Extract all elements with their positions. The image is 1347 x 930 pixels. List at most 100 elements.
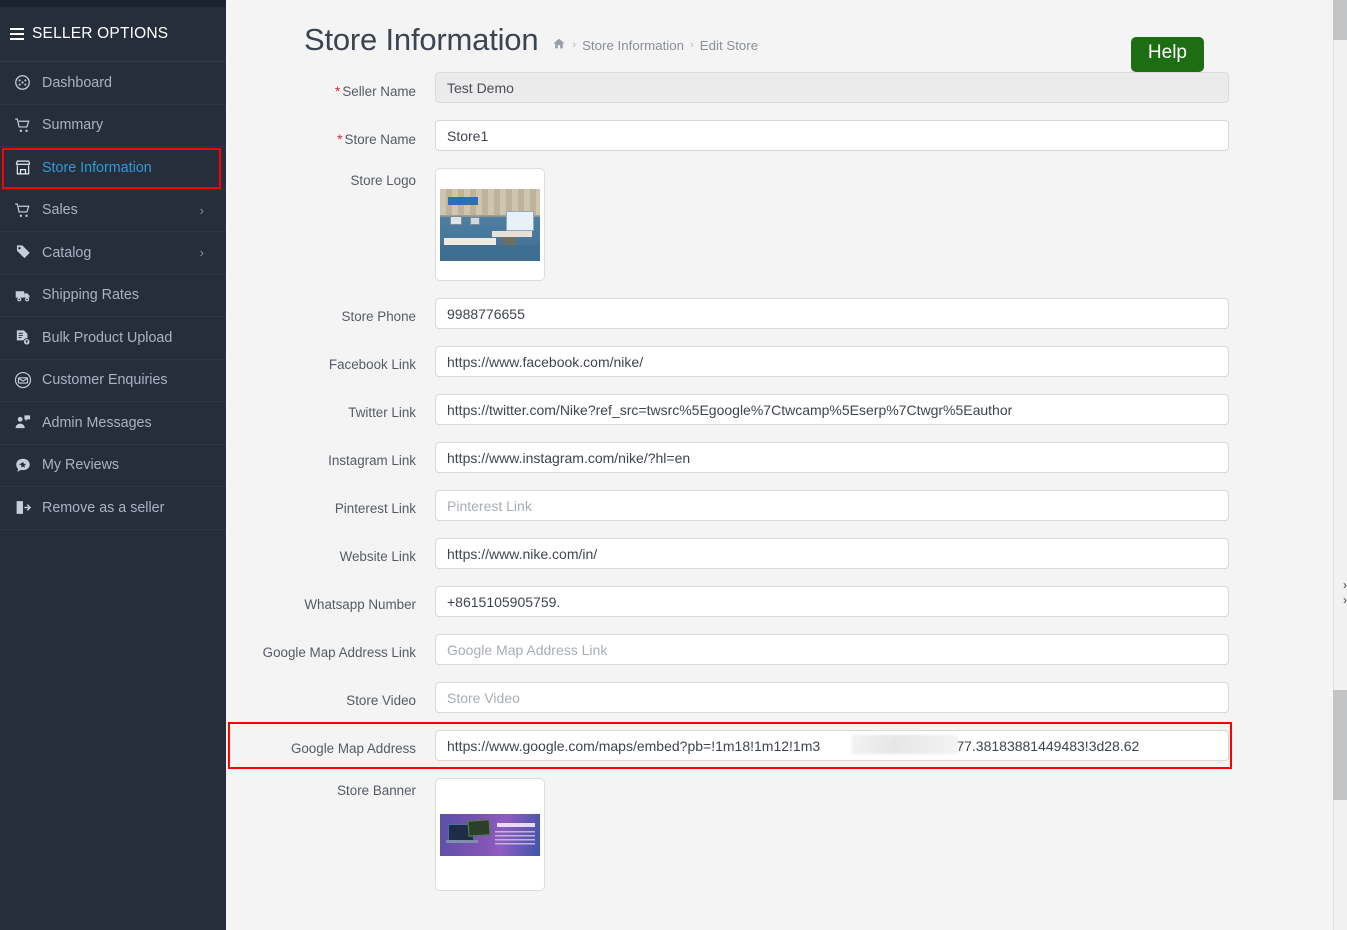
- seller-name-input[interactable]: [435, 72, 1229, 103]
- sidebar-item-label: Remove as a seller: [42, 499, 165, 516]
- store-front-icon: [14, 159, 40, 176]
- store-phone-input[interactable]: [435, 298, 1229, 329]
- sidebar-item-label: Sales: [42, 202, 78, 219]
- store-information-form: *Seller Name *Store Name Store Logo: [226, 58, 1333, 891]
- field-row-instagram-link: Instagram Link: [226, 442, 1333, 473]
- sidebar-item-summary[interactable]: Summary: [0, 105, 226, 147]
- field-label-website-link: Website Link: [339, 549, 416, 564]
- store-banner-thumbnail[interactable]: [435, 778, 545, 891]
- page-scrollbar-track[interactable]: [1333, 0, 1347, 930]
- store-name-input[interactable]: [435, 120, 1229, 151]
- page-scrollbar-thumb-top[interactable]: [1333, 0, 1347, 40]
- field-label-store-video: Store Video: [346, 693, 416, 708]
- sidebar-item-label: Customer Enquiries: [42, 372, 168, 389]
- file-upload-icon: [14, 329, 40, 346]
- hamburger-icon[interactable]: [10, 25, 24, 43]
- facebook-link-input[interactable]: [435, 346, 1229, 377]
- sidebar-item-label: Admin Messages: [42, 414, 152, 431]
- user-message-icon: [14, 414, 40, 431]
- sidebar-item-my-reviews[interactable]: My Reviews: [0, 445, 226, 487]
- sidebar-item-catalog[interactable]: Catalog ›: [0, 232, 226, 275]
- store-video-input[interactable]: [435, 682, 1229, 713]
- sidebar-item-customer-enquiries[interactable]: Customer Enquiries: [0, 360, 226, 402]
- sidebar-item-label: Catalog: [42, 244, 92, 261]
- field-row-google-map-address-link: Google Map Address Link: [226, 634, 1333, 665]
- field-row-store-phone: Store Phone: [226, 298, 1333, 329]
- help-button[interactable]: Help: [1130, 37, 1204, 72]
- sidebar-item-remove-as-a-seller[interactable]: Remove as a seller: [0, 487, 226, 530]
- field-label-store-name: * Store Name: [337, 131, 416, 147]
- chevron-right-icon: ›: [199, 202, 204, 218]
- sidebar-item-shipping-rates[interactable]: Shipping Rates: [0, 275, 226, 317]
- store-logo-thumbnail[interactable]: [435, 168, 545, 281]
- required-asterisk: *: [337, 131, 343, 147]
- truck-icon: [14, 287, 40, 304]
- website-link-input[interactable]: [435, 538, 1229, 569]
- field-row-twitter-link: Twitter Link: [226, 394, 1333, 425]
- sidebar-item-store-information[interactable]: Store Information: [0, 147, 226, 190]
- field-label-store-logo: Store Logo: [350, 173, 416, 188]
- required-asterisk: *: [334, 83, 341, 99]
- field-row-store-banner: Store Banner: [226, 778, 1333, 891]
- whatsapp-number-input[interactable]: [435, 586, 1229, 617]
- sidebar-item-dashboard[interactable]: Dashboard: [0, 62, 226, 105]
- field-row-whatsapp-number: Whatsapp Number: [226, 586, 1333, 617]
- sidebar-item-label: Dashboard: [42, 74, 112, 91]
- field-row-seller-name: * Seller Name: [226, 72, 1333, 103]
- field-label-seller-name: * Seller Name: [334, 83, 416, 99]
- breadcrumb-separator: ›: [572, 39, 577, 51]
- breadcrumb-link-store-information[interactable]: Store Information: [582, 38, 684, 53]
- field-label-pinterest-link: Pinterest Link: [334, 501, 416, 516]
- store-banner-image: [440, 813, 540, 856]
- field-label-twitter-link: Twitter Link: [348, 405, 416, 420]
- google-map-address-link-input[interactable]: [435, 634, 1229, 665]
- field-label-whatsapp-number: Whatsapp Number: [304, 597, 416, 612]
- page-scrollbar-thumb-lower[interactable]: [1333, 690, 1347, 800]
- pinterest-link-input[interactable]: [435, 490, 1229, 521]
- field-label-google-map-address: Google Map Address: [290, 741, 416, 756]
- sign-out-icon: [14, 499, 40, 516]
- inner-scroll-gutter: [1323, 0, 1333, 930]
- field-row-website-link: Website Link: [226, 538, 1333, 569]
- sidebar-item-label: Store Information: [42, 159, 152, 176]
- instagram-link-input[interactable]: [435, 442, 1229, 473]
- field-row-pinterest-link: Pinterest Link: [226, 490, 1333, 521]
- sidebar-item-label: My Reviews: [42, 457, 120, 474]
- edge-caret-icons: › ›: [1343, 578, 1347, 608]
- sidebar-item-label: Shipping Rates: [42, 287, 139, 304]
- page-title: Store Information: [304, 22, 539, 57]
- field-label-google-map-address-link: Google Map Address Link: [262, 645, 416, 660]
- field-label-store-banner: Store Banner: [337, 783, 416, 798]
- breadcrumb: › Store Information › Edit Store: [552, 37, 758, 53]
- breadcrumb-current-edit-store: Edit Store: [699, 37, 759, 53]
- sidebar-item-label: Bulk Product Upload: [42, 329, 173, 346]
- sidebar-header-label: SELLER OPTIONS: [32, 25, 169, 42]
- store-logo-image: [440, 188, 540, 261]
- envelope-circle-icon: [14, 371, 40, 389]
- chevron-right-icon: ›: [1343, 593, 1347, 607]
- field-row-store-name: * Store Name: [226, 120, 1333, 151]
- breadcrumb-separator: ›: [690, 39, 694, 51]
- field-label-store-phone: Store Phone: [341, 309, 416, 324]
- shopping-cart-icon: [14, 117, 40, 134]
- sidebar-item-label: Summary: [42, 117, 104, 134]
- sidebar-item-admin-messages[interactable]: Admin Messages: [0, 402, 226, 445]
- sidebar: SELLER OPTIONS Dashboard Summary Store I…: [0, 0, 226, 930]
- field-label-instagram-link: Instagram Link: [328, 453, 416, 468]
- tag-icon: [14, 244, 40, 261]
- field-row-store-video: Store Video: [226, 682, 1333, 713]
- field-row-google-map-address: Google Map Address: [226, 722, 1333, 769]
- field-row-store-logo: Store Logo: [226, 168, 1333, 281]
- comment-star-icon: [14, 457, 40, 474]
- twitter-link-input[interactable]: [435, 394, 1229, 425]
- field-label-facebook-link: Facebook Link: [328, 357, 416, 372]
- dashboard-gauge-icon: [14, 74, 40, 91]
- home-icon[interactable]: [552, 37, 566, 53]
- field-row-facebook-link: Facebook Link: [226, 346, 1333, 377]
- main-content: Store Information › Store Information › …: [226, 0, 1333, 930]
- google-map-address-input[interactable]: [435, 730, 1229, 761]
- sidebar-header[interactable]: SELLER OPTIONS: [0, 7, 226, 62]
- sidebar-top-strip: [0, 0, 226, 7]
- sidebar-item-sales[interactable]: Sales ›: [0, 190, 226, 232]
- sidebar-item-bulk-product-upload[interactable]: Bulk Product Upload: [0, 317, 226, 360]
